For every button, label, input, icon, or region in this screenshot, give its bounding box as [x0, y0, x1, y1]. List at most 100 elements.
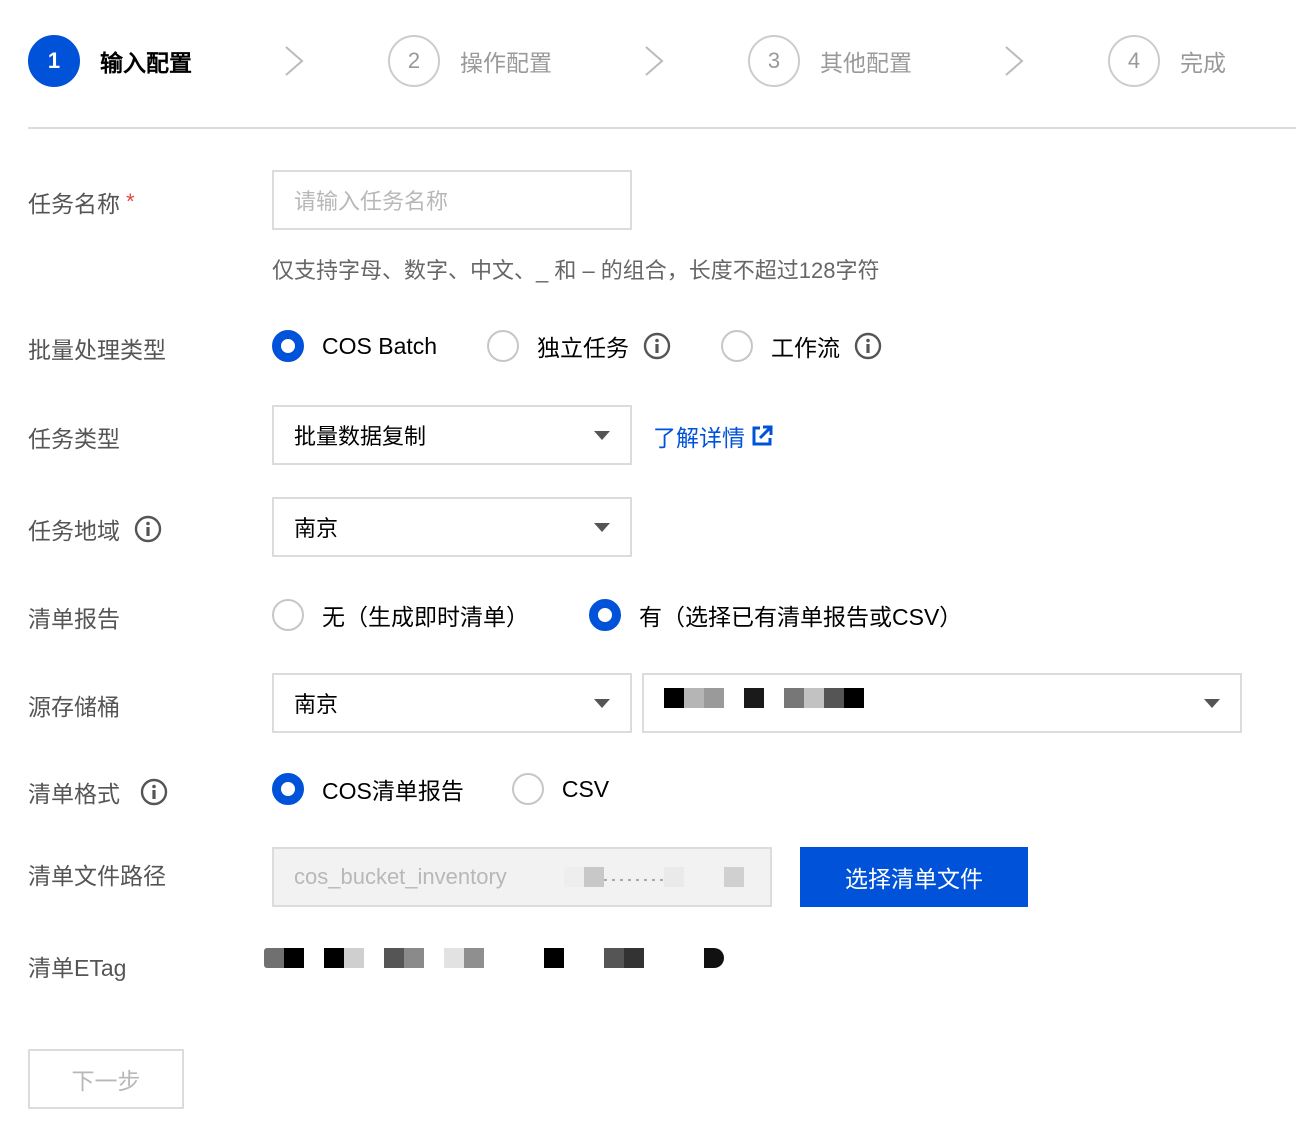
radio-label-wrap: 独立任务	[537, 329, 671, 363]
redacted-block	[404, 948, 424, 968]
task-type-value: 批量数据复制	[294, 424, 427, 449]
chevron-right-icon	[1005, 46, 1024, 76]
task-type-label-text: 任务类型	[28, 426, 120, 452]
step-3: 3 其他配置	[748, 34, 912, 88]
steps-divider	[28, 127, 1296, 129]
inventory-format-radio-group: COS清单报告 CSV	[272, 772, 659, 806]
step-label: 操作配置	[460, 50, 552, 76]
chevron-right-icon	[645, 46, 664, 76]
radio-standalone-task[interactable]: 独立任务	[487, 329, 671, 363]
inventory-path-value: cos_bucket_inventory	[294, 864, 507, 889]
radio-dot	[589, 599, 621, 631]
redacted-block	[284, 948, 304, 968]
task-name-label: 任务名称 *	[28, 185, 135, 219]
radio-label: COS清单报告	[322, 778, 464, 804]
redacted-block	[704, 948, 724, 968]
task-name-placeholder: 请输入任务名称	[294, 189, 449, 214]
redacted-block	[824, 688, 844, 708]
inventory-etag-label: 清单ETag	[28, 949, 126, 983]
radio-cos-inventory[interactable]: COS清单报告	[272, 772, 464, 806]
task-region-label: 任务地域	[28, 512, 162, 546]
batch-type-label: 批量处理类型	[28, 331, 166, 365]
step-label: 其他配置	[820, 50, 912, 76]
radio-label: COS Batch	[322, 332, 438, 359]
task-name-input[interactable]: 请输入任务名称	[272, 170, 632, 230]
step-number: 2	[388, 35, 440, 87]
redacted-block	[264, 948, 284, 968]
step-number: 3	[748, 35, 800, 87]
redacted-block	[564, 867, 584, 887]
redacted-block	[604, 948, 624, 968]
learn-more-link[interactable]: 了解详情	[653, 419, 773, 453]
radio-label: 工作流	[771, 335, 841, 361]
radio-dot	[272, 773, 304, 805]
step-number: 4	[1108, 35, 1160, 87]
radio-dot	[272, 330, 304, 362]
redacted-block	[444, 948, 464, 968]
info-icon[interactable]	[140, 778, 168, 806]
batch-type-radio-group: COS Batch 独立任务 工作流	[272, 329, 932, 363]
chevron-right-icon	[285, 46, 304, 76]
batch-type-label-text: 批量处理类型	[28, 337, 166, 363]
inventory-report-label-text: 清单报告	[28, 606, 120, 632]
caret-down-icon	[594, 431, 610, 440]
task-name-label-text: 任务名称	[28, 191, 120, 217]
inventory-report-radio-group: 无（生成即时清单） 有（选择已有清单报告或CSV）	[272, 598, 1012, 632]
select-inventory-file-button[interactable]: 选择清单文件	[800, 847, 1028, 907]
redacted-block	[664, 688, 684, 708]
redacted-block	[384, 948, 404, 968]
external-link-icon	[752, 425, 773, 446]
radio-has-report[interactable]: 有（选择已有清单报告或CSV）	[589, 598, 962, 632]
inventory-etag-label-text: 清单ETag	[28, 955, 127, 981]
step-1: 1 输入配置	[28, 34, 192, 88]
inventory-format-label-text: 清单格式	[28, 781, 120, 807]
step-4: 4 完成	[1108, 34, 1226, 88]
inventory-format-label: 清单格式	[28, 775, 168, 809]
redacted-block	[464, 948, 484, 968]
redacted-block	[624, 948, 644, 968]
radio-label: 有（选择已有清单报告或CSV）	[639, 604, 963, 630]
redacted-block	[664, 867, 684, 887]
info-icon[interactable]	[643, 332, 671, 360]
task-type-select[interactable]: 批量数据复制	[272, 405, 632, 465]
redacted-block	[344, 948, 364, 968]
inventory-path-input: cos_bucket_inventory	[272, 847, 772, 907]
info-icon[interactable]	[134, 515, 162, 543]
radio-csv[interactable]: CSV	[511, 773, 610, 805]
redacted-block	[324, 948, 344, 968]
task-region-value: 南京	[294, 516, 339, 541]
step-label: 完成	[1180, 50, 1226, 76]
task-region-select[interactable]: 南京	[272, 497, 632, 557]
task-region-label-text: 任务地域	[28, 518, 120, 544]
redacted-block	[724, 867, 744, 887]
required-mark: *	[126, 189, 135, 214]
radio-dot	[272, 599, 304, 631]
redacted-block	[584, 867, 604, 887]
radio-label: CSV	[561, 775, 610, 802]
next-step-button[interactable]: 下一步	[28, 1049, 184, 1109]
inventory-path-label-text: 清单文件路径	[28, 863, 166, 889]
radio-dot	[511, 773, 544, 805]
inventory-report-label: 清单报告	[28, 600, 120, 634]
redacted-block	[844, 688, 864, 708]
learn-more-text: 了解详情	[653, 425, 745, 451]
radio-cos-batch[interactable]: COS Batch	[272, 330, 437, 362]
redacted-block	[784, 688, 804, 708]
task-name-hint: 仅支持字母、数字、中文、_ 和 – 的组合，长度不超过128字符	[272, 258, 880, 283]
radio-workflow[interactable]: 工作流	[721, 329, 882, 363]
info-icon[interactable]	[854, 332, 882, 360]
step-label: 输入配置	[100, 50, 192, 76]
inventory-path-label: 清单文件路径	[28, 857, 166, 891]
caret-down-icon	[1204, 699, 1220, 708]
radio-label: 无（生成即时清单）	[322, 604, 529, 630]
source-bucket-label: 源存储桶	[28, 688, 120, 722]
radio-no-report[interactable]: 无（生成即时清单）	[272, 598, 529, 632]
caret-down-icon	[594, 699, 610, 708]
redacted-block	[804, 688, 824, 708]
source-bucket-label-text: 源存储桶	[28, 694, 120, 720]
step-number: 1	[28, 35, 80, 87]
step-2: 2 操作配置	[388, 34, 552, 88]
source-bucket-name-select[interactable]	[642, 673, 1242, 733]
source-bucket-region-select[interactable]: 南京	[272, 673, 632, 733]
radio-label-wrap: 工作流	[771, 329, 882, 363]
